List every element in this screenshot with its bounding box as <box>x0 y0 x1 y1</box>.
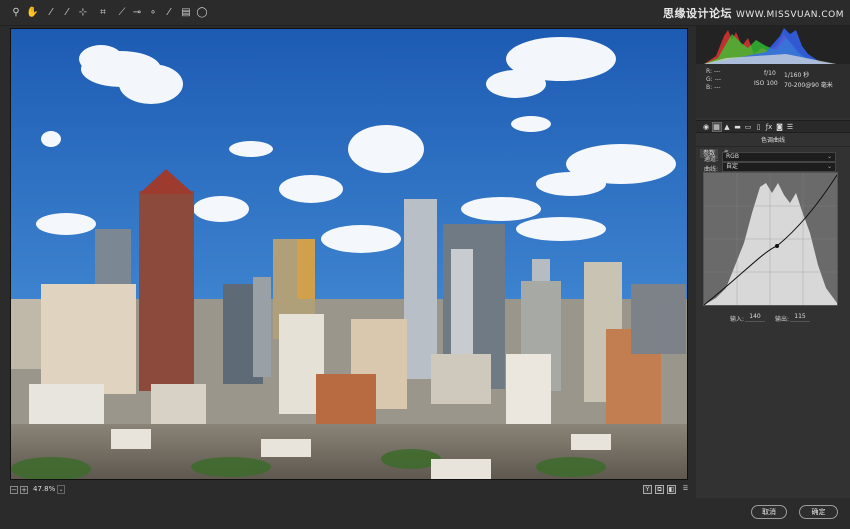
preview-preferences-button[interactable]: ☰ <box>681 485 690 494</box>
white-balance-tool-icon[interactable]: ⁄ <box>45 7 57 19</box>
split-toning-tab-icon[interactable]: ▭ <box>744 123 752 131</box>
graduated-filter-icon[interactable]: ▤ <box>180 7 192 19</box>
targeted-adjustment-tool-icon[interactable]: ⊹ <box>77 7 89 19</box>
watermark-url: WWW.MISSVUAN.COM <box>736 10 844 20</box>
color-sampler-tool-icon[interactable]: ⁄ <box>61 7 73 19</box>
output-field[interactable]: 115 <box>790 312 810 322</box>
watermark-text: 思缘设计论坛 <box>663 7 732 20</box>
zoom-level: 47.8% <box>33 485 56 493</box>
watermark: 思缘设计论坛 WWW.MISSVUAN.COM <box>663 5 844 21</box>
lens-value: 70-200@90 毫米 <box>784 82 833 89</box>
iso-value: ISO 100 <box>754 80 778 87</box>
spot-removal-tool-icon[interactable]: ⊸ <box>131 7 143 19</box>
camera-calibration-tab-icon[interactable]: ◙ <box>776 123 784 131</box>
r-readout: R: --- <box>706 68 721 75</box>
swap-settings-button[interactable]: ⧉ <box>655 485 664 494</box>
photo-preview[interactable] <box>10 28 688 480</box>
chevron-down-icon: ⌄ <box>826 163 832 170</box>
image-canvas[interactable] <box>0 26 694 482</box>
zoom-tool-icon[interactable]: ⚲ <box>10 7 22 19</box>
presets-tab-icon[interactable]: ☰ <box>786 123 794 131</box>
histogram <box>696 26 850 64</box>
channel-label: 通道: <box>704 156 719 163</box>
b-readout: B: --- <box>706 84 721 91</box>
readout-area: R: --- G: --- B: --- f/10 1/160 秒 ISO 10… <box>696 64 850 118</box>
input-field[interactable]: 140 <box>745 312 765 322</box>
histogram-graph <box>704 28 836 64</box>
curve-preset-value: 自定 <box>726 163 739 170</box>
tone-curve-svg <box>704 173 837 305</box>
tone-curve-graph[interactable] <box>703 172 838 306</box>
hsl-tab-icon[interactable]: ▬ <box>734 123 742 131</box>
curve-preset-select[interactable]: 自定 ⌄ <box>722 162 836 172</box>
copy-settings-button[interactable]: ◧ <box>667 485 676 494</box>
panel-tabs: ◉ ▦ ▲ ▬ ▭ ▯ ƒx ◙ ☰ <box>696 120 850 133</box>
cancel-button[interactable]: 取消 <box>751 505 787 519</box>
straighten-tool-icon[interactable]: ⟋ <box>116 7 128 19</box>
tone-curve-tab-icon[interactable]: ▦ <box>711 122 722 132</box>
hand-tool-icon[interactable]: ✋ <box>26 7 38 19</box>
crop-tool-icon[interactable]: ⌗ <box>97 7 109 19</box>
panel-title: 色调曲线 <box>760 137 785 144</box>
red-eye-tool-icon[interactable]: ∘ <box>147 7 159 19</box>
basic-tab-icon[interactable]: ◉ <box>702 123 710 131</box>
ok-button[interactable]: 确定 <box>799 505 838 519</box>
output-label: 输出: <box>775 316 790 323</box>
zoom-dropdown[interactable]: ⌄ <box>57 485 65 494</box>
chevron-down-icon: ⌄ <box>826 153 832 160</box>
adjustment-brush-icon[interactable]: ⁄ <box>163 7 175 19</box>
shutter-value: 1/160 秒 <box>784 72 810 79</box>
channel-select[interactable]: RGB ⌄ <box>722 152 836 162</box>
zoom-out-button[interactable]: − <box>10 486 18 494</box>
aperture-value: f/10 <box>764 70 776 77</box>
top-toolbar: ⚲ ✋ ⁄ ⁄ ⊹ ⌗ ⟋ ⊸ ∘ ⁄ ▤ ◯ 思缘设计论坛 WWW.MISSVUAN.COM <box>0 0 850 26</box>
detail-tab-icon[interactable]: ▲ <box>723 123 731 131</box>
before-after-toggle-button[interactable]: Y <box>643 485 652 494</box>
city-skyline-photo <box>11 29 687 479</box>
lens-corrections-tab-icon[interactable]: ▯ <box>755 123 763 131</box>
radial-filter-icon[interactable]: ◯ <box>196 7 208 19</box>
g-readout: G: --- <box>706 76 722 83</box>
status-bar: − + 47.8% ⌄ Y ⧉ ◧ ☰ <box>0 482 694 498</box>
zoom-in-button[interactable]: + <box>20 486 28 494</box>
effects-tab-icon[interactable]: ƒx <box>765 123 773 131</box>
channel-value: RGB <box>726 153 739 160</box>
input-label: 输入: <box>730 316 745 323</box>
curve-point[interactable] <box>775 244 779 248</box>
